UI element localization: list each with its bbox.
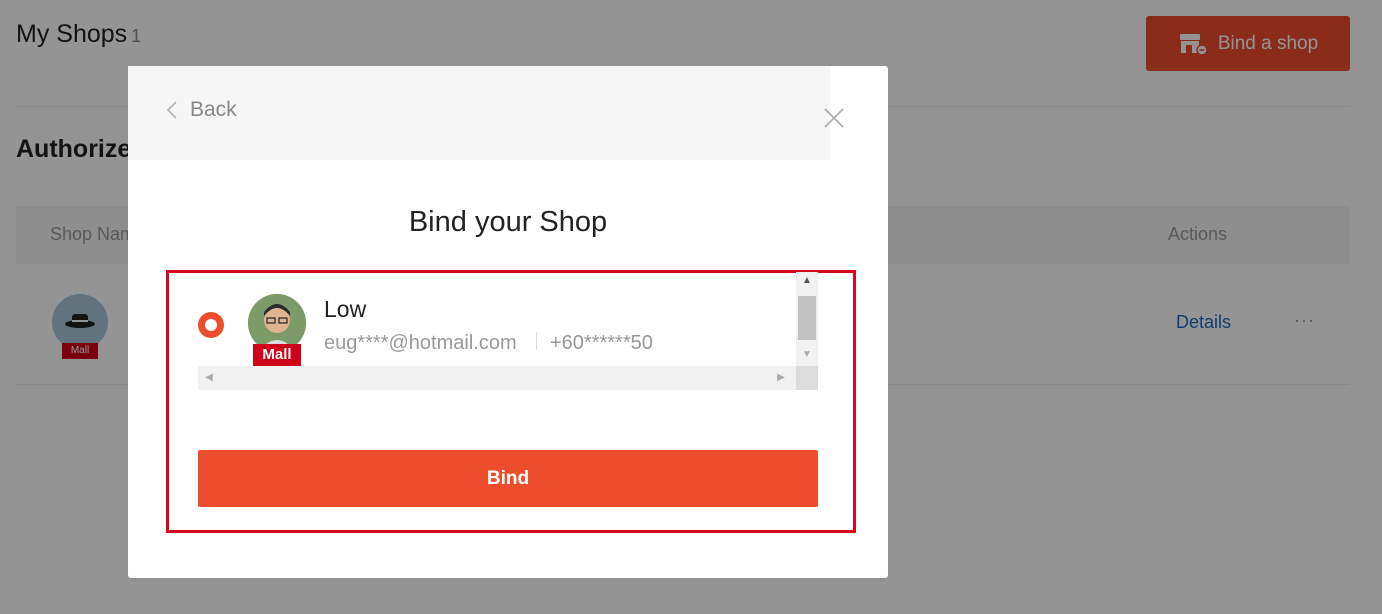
scroll-right-icon[interactable]: ▶ <box>774 370 788 386</box>
chevron-left-icon <box>166 101 177 119</box>
shop-phone: +60******50 <box>550 332 653 354</box>
back-button[interactable]: Back <box>166 98 237 122</box>
scrollbar-corner <box>796 366 818 390</box>
bind-shop-modal: Back Bind your Shop Mall Low eug****@hot… <box>128 66 888 578</box>
scrollbar-thumb[interactable] <box>798 296 816 340</box>
mall-badge: Mall <box>253 344 301 366</box>
bind-button[interactable]: Bind <box>198 450 818 507</box>
scroll-left-icon[interactable]: ◀ <box>202 370 216 386</box>
modal-header: Back <box>128 66 830 160</box>
modal-title: Bind your Shop <box>408 206 608 238</box>
shop-name: Low <box>324 296 367 322</box>
close-icon[interactable] <box>822 106 846 130</box>
back-label: Back <box>190 98 237 121</box>
vertical-scrollbar[interactable]: ▲ ▼ <box>796 272 818 366</box>
scroll-up-icon[interactable]: ▲ <box>796 274 818 288</box>
shop-radio[interactable] <box>198 312 224 338</box>
shop-email: eug****@hotmail.com <box>324 332 517 354</box>
separator <box>536 332 537 350</box>
horizontal-scrollbar[interactable]: ◀ ▶ <box>198 366 796 390</box>
scroll-down-icon[interactable]: ▼ <box>796 348 818 362</box>
